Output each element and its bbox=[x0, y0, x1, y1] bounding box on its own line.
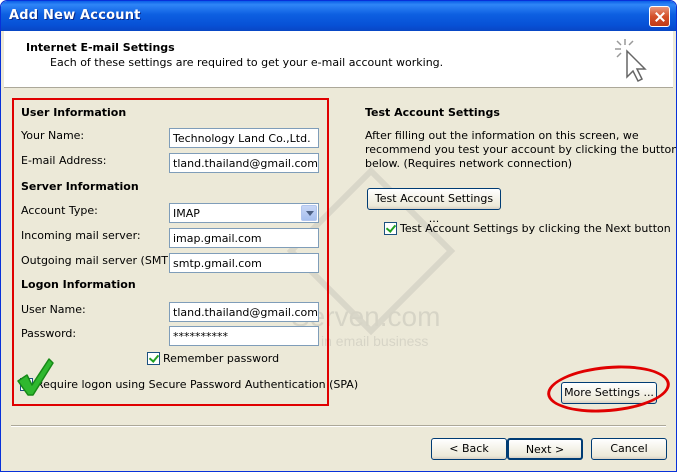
auto-test-label: Test Account Settings by clicking the Ne… bbox=[400, 222, 671, 235]
highlight-ellipse bbox=[545, 360, 672, 418]
test-account-settings-button[interactable]: Test Account Settings ... bbox=[367, 188, 501, 225]
highlight-frame bbox=[12, 98, 329, 406]
test-account-heading: Test Account Settings bbox=[365, 106, 500, 119]
test-description-line-3: below. (Requires network connection) bbox=[365, 157, 573, 170]
add-new-account-dialog: Add New Account Internet E-mail Settings… bbox=[0, 0, 677, 472]
test-description-line-2: recommend you test your account by click… bbox=[365, 143, 677, 156]
footer-divider bbox=[11, 425, 666, 427]
page-subtitle: Each of these settings are required to g… bbox=[50, 56, 444, 69]
watermark-subtext: in email business bbox=[321, 333, 428, 349]
cancel-button[interactable]: Cancel bbox=[591, 438, 667, 460]
title-bar[interactable]: Add New Account bbox=[1, 1, 676, 31]
window-title: Add New Account bbox=[9, 8, 141, 23]
auto-test-checkbox[interactable] bbox=[384, 222, 397, 235]
close-icon[interactable] bbox=[649, 6, 670, 27]
back-button[interactable]: < Back bbox=[431, 438, 507, 460]
wizard-cursor-icon bbox=[615, 39, 647, 83]
test-description-line-1: After filling out the information on thi… bbox=[365, 129, 639, 142]
next-button[interactable]: Next > bbox=[507, 438, 583, 460]
wizard-header: Internet E-mail Settings Each of these s… bbox=[4, 31, 673, 88]
page-title: Internet E-mail Settings bbox=[26, 41, 175, 54]
